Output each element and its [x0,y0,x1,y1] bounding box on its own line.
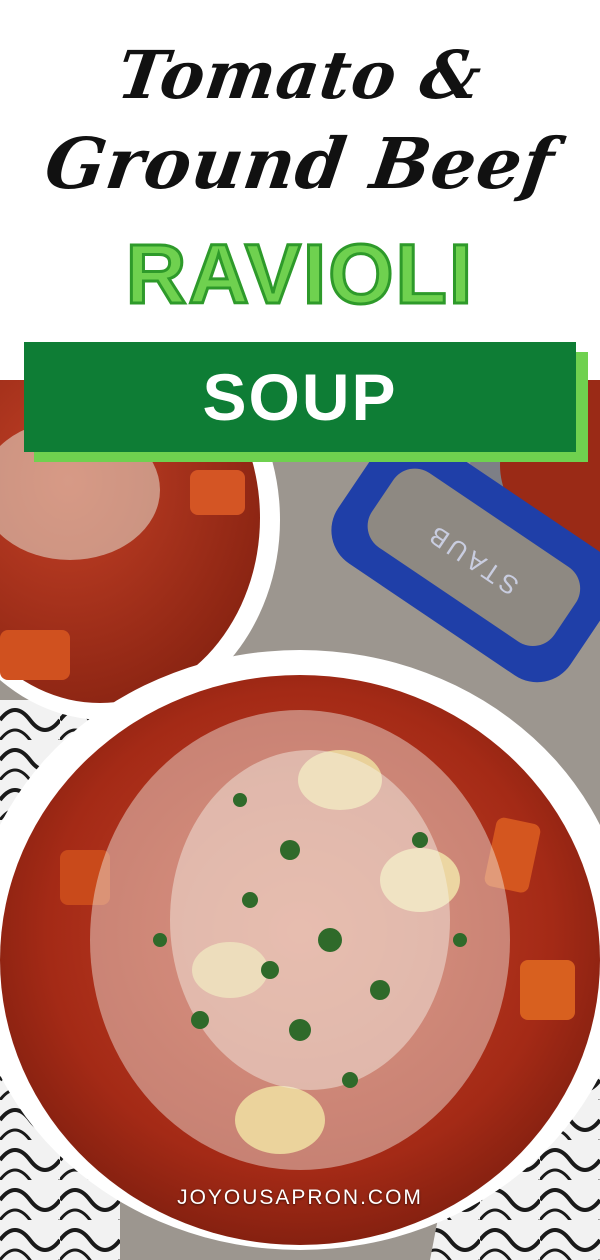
title-line-1: Tomato & [112,36,488,114]
photo-illustration: STAUB [0,380,600,1260]
soup-banner: SOUP [24,342,576,452]
banner-label: SOUP [202,360,398,434]
bowl-main [0,650,600,1250]
site-watermark: JOYOUSAPRON.COM [177,1186,423,1209]
pin-image: STAUB Tomato & Ground Beef RAVIOLI SOUP … [0,0,600,1260]
title-area: Tomato & Ground Beef RAVIOLI [0,0,600,380]
title-line-2: Ground Beef [40,122,560,205]
food-photo: STAUB [0,380,600,1260]
title-ravioli: RAVIOLI [124,227,475,321]
